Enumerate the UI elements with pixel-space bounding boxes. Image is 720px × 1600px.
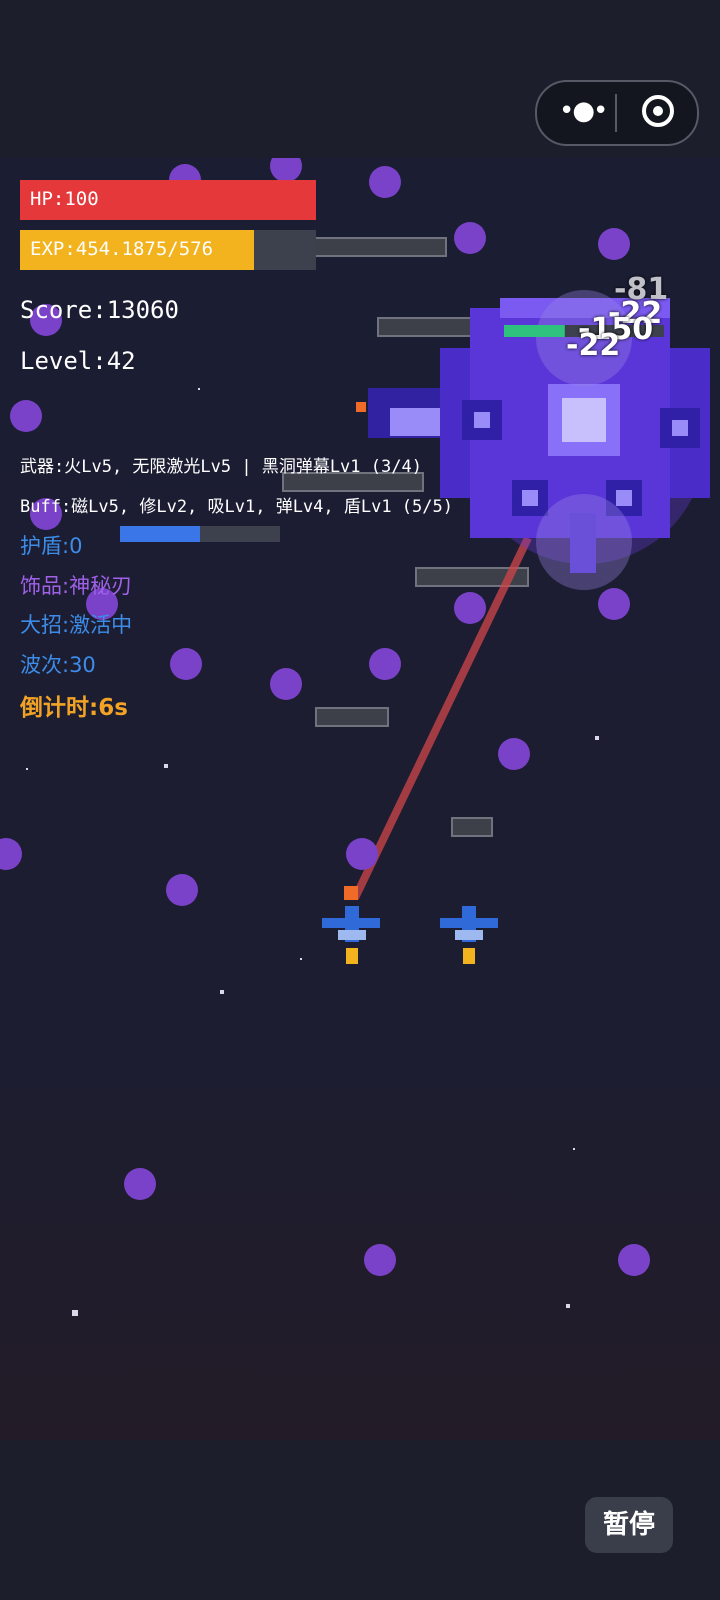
more-dots-icon[interactable]: •●• — [559, 96, 608, 126]
shield-text: 护盾:0 — [20, 534, 83, 558]
wingman-ship — [440, 906, 498, 964]
shield-bar-fill — [120, 526, 200, 542]
mini-program-capsule: •●• — [535, 80, 699, 146]
player-ship — [322, 886, 380, 964]
level-text: Level:42 — [20, 347, 136, 375]
accessory-text: 饰品:神秘刃 — [20, 574, 133, 598]
buffs-text: Buff:磁Lv5, 修Lv2, 吸Lv1, 弹Lv4, 盾Lv1 (5/5) — [20, 497, 453, 517]
hp-label: HP:100 — [30, 188, 99, 210]
ultimate-text: 大招:激活中 — [20, 613, 133, 637]
fire-particle — [356, 402, 366, 412]
boss-hp-bar-fill — [504, 325, 565, 337]
hp-bar: HP:100 — [20, 180, 316, 220]
countdown-text: 倒计时:6s — [20, 695, 128, 721]
mini-program-top-bar: •●• — [0, 0, 720, 158]
damage-number: -22 — [566, 328, 621, 363]
capsule-divider — [615, 94, 617, 132]
pause-button[interactable]: 暂停 — [585, 1497, 673, 1553]
exp-label: EXP:454.1875/576 — [30, 238, 214, 260]
exp-bar: EXP:454.1875/576 — [20, 230, 316, 270]
shield-bar — [120, 526, 280, 542]
weapons-text: 武器:火Lv5, 无限激光Lv5 | 黑洞弹幕Lv1 (3/4) — [20, 457, 422, 477]
target-icon[interactable] — [642, 95, 674, 127]
score-text: Score:13060 — [20, 296, 179, 324]
wave-text: 波次:30 — [20, 653, 96, 677]
